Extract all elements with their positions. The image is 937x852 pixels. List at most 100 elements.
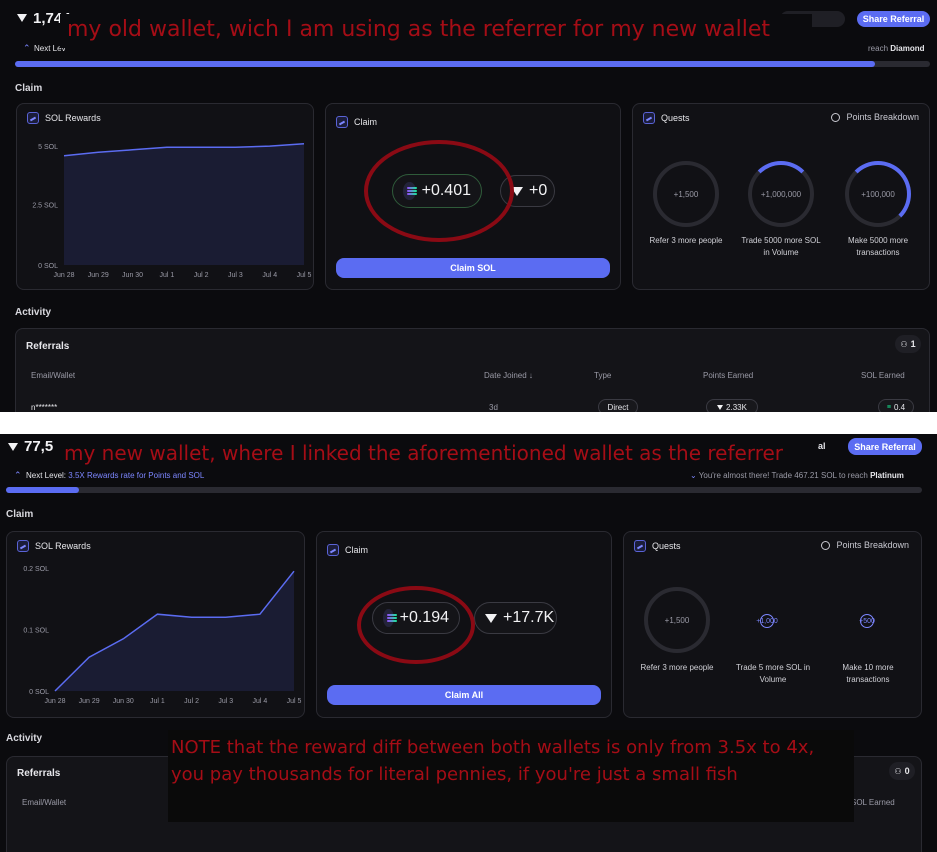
referrals-title: Referrals	[17, 768, 61, 779]
points-icon	[17, 14, 27, 22]
reach-text: reach Diamond	[868, 44, 924, 53]
referral-wallet: n*******	[31, 403, 58, 412]
y-tick-label: 0.1 SOL	[23, 628, 49, 635]
x-tick-label: Jul 5	[297, 272, 312, 279]
claim-all-button[interactable]: Claim All	[327, 685, 601, 705]
x-tick-label: Jul 3	[228, 272, 243, 279]
referrals-count: 0	[904, 766, 910, 776]
points-icon	[485, 613, 497, 623]
column-header: Email/Wallet	[31, 371, 76, 380]
clock-icon	[831, 112, 841, 122]
annotation-circle-old	[364, 140, 514, 242]
quest-ring-refer: +1,500	[644, 587, 710, 653]
x-tick-label: Jul 2	[184, 698, 199, 705]
almost-there-message: You're almost there! Trade 467.21 SOL to…	[698, 471, 868, 480]
referral-points: 2.33K	[726, 402, 747, 412]
points-breakdown-label: Points Breakdown	[836, 540, 909, 550]
points-claim-amount: +17.7K	[503, 609, 555, 626]
x-tick-label: Jul 2	[194, 272, 209, 279]
claim-sol-button[interactable]: Claim SOL	[336, 258, 610, 278]
x-tick-label: Jun 29	[88, 272, 109, 279]
annotation-new-wallet: my new wallet, where I linked the aforem…	[64, 441, 784, 465]
points-claim-amount: +0	[529, 182, 548, 199]
quests-title: Quests	[661, 113, 690, 123]
share-referral-button[interactable]: Share Referral	[848, 438, 922, 455]
sol-rewards-panel: SOL Rewards 5 SOL 2.5 SOL 0 SOL Jun 28 Jun 2…	[16, 103, 314, 290]
quest-points: +500	[859, 617, 875, 625]
points-claim-pill[interactable]: +17.7K	[474, 602, 557, 634]
quest-label: Trade 5000 more SOL in Volume	[741, 236, 821, 257]
reach-target: Diamond	[890, 44, 925, 53]
quest-points: +1,000	[756, 617, 778, 625]
x-tick-label: Jun 28	[44, 698, 65, 705]
column-header[interactable]: Date Joined ↓	[484, 371, 533, 380]
column-header: SOL Earned	[861, 371, 905, 380]
quest-label: Trade 5 more SOL in Volume	[735, 663, 811, 684]
quest-label: Make 10 more transactions	[842, 663, 894, 684]
quest-label: Refer 3 more people	[649, 236, 723, 245]
chevron-up-icon: ⌃	[23, 43, 31, 53]
activity-section-title: Activity	[15, 307, 52, 318]
chevron-up-icon: ⌃	[14, 470, 22, 480]
quest-ring-transactions: +100,000	[845, 161, 911, 227]
x-tick-label: Jun 28	[53, 272, 74, 279]
points-icon	[8, 443, 18, 451]
annotation-circle-new	[357, 586, 475, 664]
level-progress-track	[15, 61, 930, 67]
claim-title: Claim	[354, 117, 378, 127]
almost-there-text: ⌄ You're almost there! Trade 467.21 SOL …	[690, 471, 904, 480]
quests-header: Quests	[643, 112, 690, 124]
claim-header: Claim	[327, 544, 368, 556]
y-tick-label: 2.5 SOL	[32, 202, 58, 209]
activity-section-title: Activity	[6, 733, 43, 744]
users-icon: ⚇	[900, 339, 908, 349]
clock-icon	[821, 540, 831, 550]
rewards-area	[64, 143, 304, 265]
next-level-label: Next Level:	[26, 471, 67, 480]
next-level-detail: 3.5X Rewards rate for Points and SOL	[68, 471, 205, 480]
referrals-count-badge: ⚇ 1	[895, 335, 921, 353]
x-tick-label: Jul 1	[150, 698, 165, 705]
x-tick-label: Jun 30	[122, 272, 143, 279]
claim-section-title: Claim	[15, 83, 43, 94]
column-header: Type	[594, 371, 612, 380]
reach-prefix: reach	[868, 44, 889, 53]
claim-section-title: Claim	[6, 509, 34, 520]
quest-label: Refer 3 more people	[640, 663, 714, 672]
points-breakdown-link[interactable]: Points Breakdown	[831, 112, 919, 122]
quests-title: Quests	[652, 541, 681, 551]
quest-points: +100,000	[861, 189, 895, 199]
x-tick-label: Jul 4	[262, 272, 277, 279]
referrals-title: Referrals	[26, 341, 70, 352]
sol-rewards-panel: SOL Rewards 0.2 SOL 0.1 SOL 0 SOL Jun 28 Jun…	[6, 531, 305, 718]
level-progress-track	[6, 487, 922, 493]
referral-sol: 0.4	[893, 402, 906, 412]
x-tick-label: Jun 30	[113, 698, 134, 705]
heart-icon	[327, 544, 339, 556]
points-icon	[717, 404, 724, 410]
quest-ring-refer: +1,500	[653, 161, 719, 227]
quest-label: Make 5000 more transactions	[847, 236, 909, 257]
users-icon: ⚇	[894, 766, 902, 776]
points-balance: 77,5	[24, 438, 54, 455]
points-breakdown-label: Points Breakdown	[846, 112, 919, 122]
sparkle-icon	[643, 112, 655, 124]
quest-points: +1,500	[664, 615, 690, 625]
level-progress-fill	[15, 61, 876, 67]
points-breakdown-link[interactable]: Points Breakdown	[821, 540, 909, 550]
heart-icon	[336, 116, 348, 128]
quest-ring-volume: +1,000	[756, 614, 778, 628]
share-referral-button[interactable]: Share Referral	[857, 11, 930, 27]
quest-ring-volume: +1,000,000	[748, 161, 814, 227]
annotation-old-wallet: my old wallet, wich I am using as the re…	[67, 17, 770, 42]
column-header: Points Earned	[703, 371, 754, 380]
quests-header: Quests	[634, 540, 681, 552]
screenshot-divider	[0, 412, 937, 434]
x-tick-label: Jun 29	[79, 698, 100, 705]
sol-rewards-chart: 0.2 SOL 0.1 SOL 0 SOL Jun 28 Jun 29 Jun 30 Jul…	[23, 566, 301, 705]
chevron-down-icon: ⌄	[690, 471, 697, 480]
next-level-text: Next Level: 3.5X Rewards rate for Points…	[26, 471, 204, 480]
almost-target: Platinum	[870, 471, 904, 480]
sparkle-icon	[634, 540, 646, 552]
header-fragment: al	[818, 441, 826, 451]
